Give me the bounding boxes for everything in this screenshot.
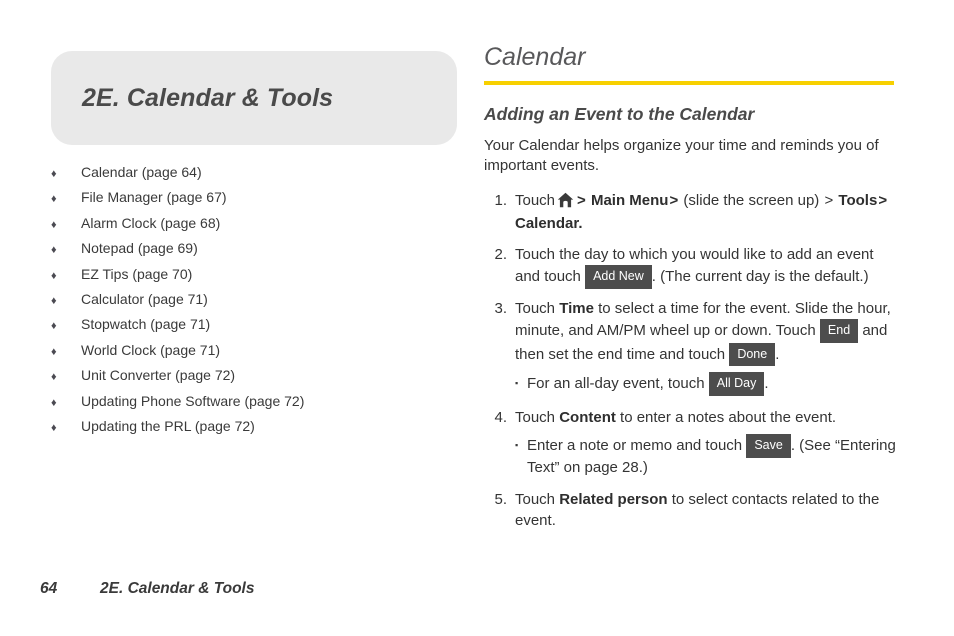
step-number: 3. xyxy=(494,299,507,317)
list-item-label: World Clock (page 71) xyxy=(81,341,221,358)
step-body: Touch Time to select a time for the even… xyxy=(515,299,896,398)
footer-chapter-label: 2E. Calendar & Tools xyxy=(100,580,255,597)
step-text: Touch xyxy=(515,191,556,209)
title-underline-rule xyxy=(484,80,894,85)
chapter-title: 2E. Calendar & Tools xyxy=(82,83,334,112)
list-item-label: Updating the PRL (page 72) xyxy=(81,417,255,434)
diamond-bullet-icon: ♦ xyxy=(51,244,57,257)
step-separator: > xyxy=(878,191,888,209)
list-item: ♦ Calculator (page 71) xyxy=(51,291,457,316)
step-body: Touch Content to enter a notes about the… xyxy=(515,408,896,481)
step-emphasis-calendar: Calendar xyxy=(515,215,579,233)
manual-page: 2E. Calendar & Tools ♦ Calendar (page 64… xyxy=(0,0,954,636)
list-item-label: Notepad (page 69) xyxy=(81,240,198,257)
substep-item: ▪ Enter a note or memo and touch Save. (… xyxy=(515,434,896,478)
substep-item: ▪ For an all-day event, touch All Day. xyxy=(515,372,896,396)
list-item: ♦ Updating Phone Software (page 72) xyxy=(51,393,457,418)
step-body: Touch the day to which you would like to… xyxy=(515,245,896,289)
step-text: to enter a notes about the event. xyxy=(620,408,837,426)
step-body: Touch Related person to select contacts … xyxy=(515,490,896,531)
diamond-bullet-icon: ♦ xyxy=(51,168,57,180)
list-item-label: EZ Tips (page 70) xyxy=(81,265,193,282)
step-separator: > xyxy=(577,191,586,209)
substep-text: For an all-day event, touch xyxy=(527,375,705,393)
step-number: 4. xyxy=(494,408,507,426)
step-emphasis-content: Content xyxy=(559,408,616,426)
list-item: ♦ Stopwatch (page 71) xyxy=(51,316,457,341)
step-number: 5. xyxy=(494,491,507,509)
step-text: . xyxy=(775,345,780,363)
diamond-bullet-icon: ♦ xyxy=(51,269,57,282)
diamond-bullet-icon: ♦ xyxy=(51,320,57,333)
step-emphasis-main-menu: Main Menu xyxy=(590,191,669,209)
step-item: 3. Touch Time to select a time for the e… xyxy=(484,299,896,398)
list-item-label: Stopwatch (page 71) xyxy=(81,316,211,333)
diamond-bullet-icon: ♦ xyxy=(51,345,57,358)
substep-text: . xyxy=(764,375,769,393)
diamond-bullet-icon: ♦ xyxy=(51,371,57,384)
step-separator: > xyxy=(824,191,834,209)
step-item: 2. Touch the day to which you would like… xyxy=(484,245,896,289)
substep-text: Enter a note or memo and touch xyxy=(527,437,743,455)
list-item-label: File Manager (page 67) xyxy=(81,189,227,206)
substep-body: Enter a note or memo and touch Save. (Se… xyxy=(527,434,896,478)
diamond-bullet-icon: ♦ xyxy=(51,218,57,231)
list-item-label: Calculator (page 71) xyxy=(81,290,208,307)
key-all-day[interactable]: All Day xyxy=(708,372,765,396)
step-period: . xyxy=(578,215,583,233)
step-text: . (The current day is the default.) xyxy=(651,268,869,286)
step-text: Touch xyxy=(515,408,556,426)
page-title: Calendar xyxy=(484,43,586,71)
list-item: ♦ EZ Tips (page 70) xyxy=(51,266,457,291)
list-item: ♦ Calendar (page 64) xyxy=(51,164,457,189)
step-emphasis-tools: Tools xyxy=(838,191,878,209)
step-body: Touch > Main Menu> (slide the screen up) … xyxy=(515,191,896,235)
list-item: ♦ World Clock (page 71) xyxy=(51,342,457,367)
step-item: 4. Touch Content to enter a notes about … xyxy=(484,408,896,481)
substep-body: For an all-day event, touch All Day. xyxy=(527,372,896,396)
list-item-label: Calendar (page 64) xyxy=(81,164,202,180)
intro-paragraph: Your Calendar helps organize your time a… xyxy=(484,136,879,175)
list-item-label: Alarm Clock (page 68) xyxy=(81,214,221,231)
diamond-bullet-icon: ♦ xyxy=(51,421,57,434)
substeps-list: ▪ For an all-day event, touch All Day. xyxy=(515,372,896,396)
list-item: ♦ Updating the PRL (page 72) xyxy=(51,418,457,443)
step-text: Touch xyxy=(515,299,556,317)
list-item-label: Updating Phone Software (page 72) xyxy=(81,392,305,409)
square-bullet-icon: ▪ xyxy=(515,440,519,451)
left-column: 2E. Calendar & Tools ♦ Calendar (page 64… xyxy=(51,51,457,443)
right-column: Calendar Adding an Event to the Calendar… xyxy=(484,43,896,541)
chapter-header-box: 2E. Calendar & Tools xyxy=(51,51,457,145)
step-separator: > xyxy=(669,191,679,209)
chapter-contents-list: ♦ Calendar (page 64) ♦ File Manager (pag… xyxy=(51,164,457,443)
list-item: ♦ Notepad (page 69) xyxy=(51,240,457,265)
key-end[interactable]: End xyxy=(819,319,859,343)
step-item: 1. Touch > Main Menu> (slide the screen u… xyxy=(484,191,896,235)
footer-page-number: 64 xyxy=(40,580,58,597)
diamond-bullet-icon: ♦ xyxy=(51,396,57,409)
page-footer: 64 2E. Calendar & Tools xyxy=(40,580,254,598)
list-item: ♦ File Manager (page 67) xyxy=(51,189,457,214)
step-text: (slide the screen up) xyxy=(683,191,820,209)
step-item: 5. Touch Related person to select contac… xyxy=(484,490,896,531)
list-item-label: Unit Converter (page 72) xyxy=(81,367,236,384)
step-emphasis-time: Time xyxy=(559,299,594,317)
list-item: ♦ Alarm Clock (page 68) xyxy=(51,215,457,240)
procedure-steps-list: 1. Touch > Main Menu> (slide the screen u… xyxy=(484,191,896,532)
substeps-list: ▪ Enter a note or memo and touch Save. (… xyxy=(515,434,896,478)
diamond-bullet-icon: ♦ xyxy=(51,294,57,307)
key-done[interactable]: Done xyxy=(729,342,776,367)
list-item: ♦ Unit Converter (page 72) xyxy=(51,367,457,392)
subsection-title: Adding an Event to the Calendar xyxy=(484,103,755,124)
step-emphasis-related-person: Related person xyxy=(559,491,668,509)
square-bullet-icon: ▪ xyxy=(515,378,519,389)
step-number: 2. xyxy=(494,245,507,263)
step-text: Touch xyxy=(515,491,556,509)
diamond-bullet-icon: ♦ xyxy=(51,193,57,206)
home-icon xyxy=(557,192,574,215)
key-save[interactable]: Save xyxy=(746,434,791,458)
key-add-new[interactable]: Add New xyxy=(585,265,652,289)
step-number: 1. xyxy=(494,191,507,209)
